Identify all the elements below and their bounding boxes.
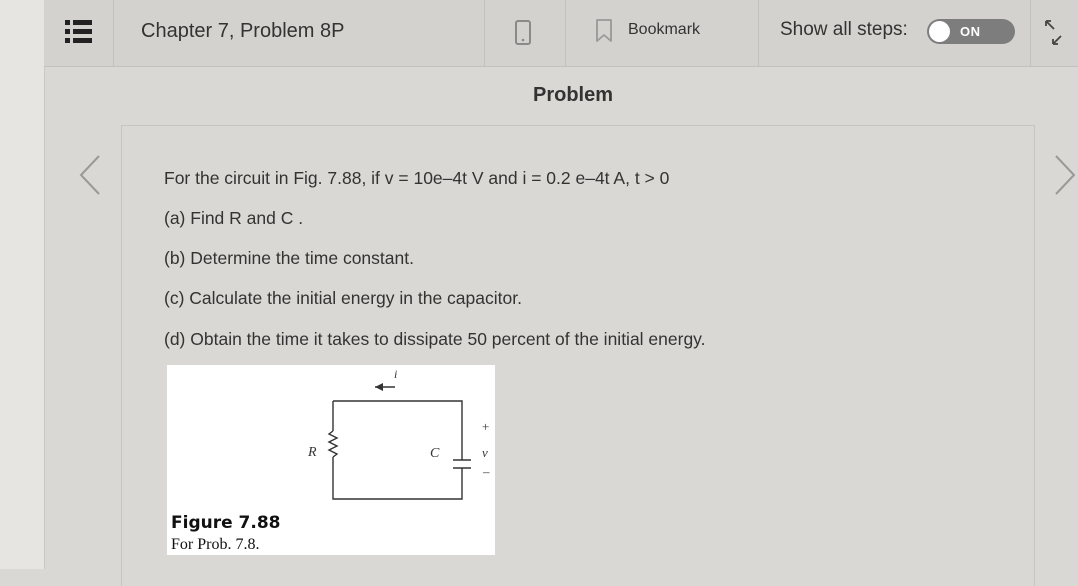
fullscreen-button[interactable] [1030, 0, 1078, 66]
expand-icon [1045, 20, 1062, 45]
list-icon [65, 20, 92, 43]
problem-statement: For the circuit in Fig. 7.88, if v = 10e… [164, 168, 670, 188]
current-arrowhead [375, 383, 383, 391]
problem-part-b: (b) Determine the time constant. [164, 248, 414, 268]
problem-heading: Problem [533, 84, 614, 106]
plus-sign: + [482, 419, 489, 434]
problem-part-a: (a) Find R and C . [164, 208, 304, 228]
voltage-label: v [482, 445, 488, 460]
problem-part-c: (c) Calculate the initial energy in the … [164, 288, 522, 308]
left-strip [0, 0, 45, 569]
problem-part-d: (d) Obtain the time it takes to dissipat… [164, 329, 706, 349]
show-steps-control: Show all steps: ON [758, 0, 1030, 66]
circuit-diagram: i R C + v – [307, 367, 490, 500]
bookmark-icon [596, 19, 612, 42]
figure-title: Figure 7.88 [171, 513, 281, 533]
chevron-left-icon[interactable] [75, 150, 105, 200]
minus-sign: – [482, 464, 490, 479]
chevron-right-icon[interactable] [1050, 150, 1078, 200]
chapter-title: Chapter 7, Problem 8P [141, 20, 345, 42]
show-steps-toggle[interactable]: ON [927, 19, 1015, 44]
circuit-figure: i R C + v – Figure 7.88 For Prob. 7.8. [167, 365, 495, 555]
toggle-knob [929, 21, 950, 42]
bookmark-button[interactable]: Bookmark [565, 0, 758, 66]
toolbar: Chapter 7, Problem 8P Bookmark Show all … [44, 0, 1078, 67]
phone-icon [515, 20, 531, 45]
show-steps-label: Show all steps: [780, 19, 908, 40]
resistor-symbol [327, 430, 339, 458]
figure-subtitle: For Prob. 7.8. [171, 536, 260, 553]
menu-button[interactable] [44, 0, 113, 66]
resistor-label: R [307, 445, 317, 460]
capacitor-label: C [430, 446, 440, 461]
current-label: i [394, 367, 397, 381]
bookmark-label: Bookmark [628, 21, 701, 38]
device-view-button[interactable] [484, 0, 565, 66]
problem-content: For the circuit in Fig. 7.88, if v = 10e… [121, 125, 1035, 586]
toggle-state-label: ON [960, 24, 981, 39]
